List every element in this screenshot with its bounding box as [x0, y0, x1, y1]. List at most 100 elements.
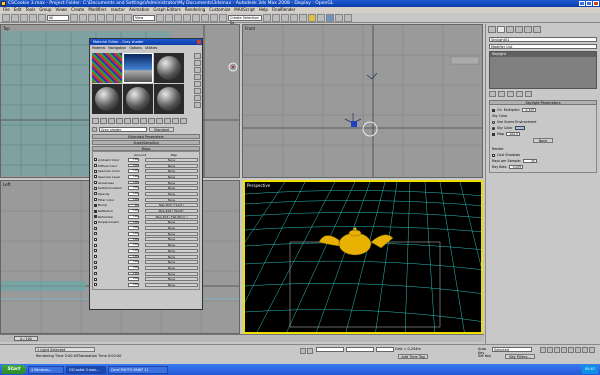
mirror-icon[interactable]	[263, 13, 271, 22]
sample-type-icon[interactable]	[194, 53, 201, 59]
ray-bias-spinner[interactable]: 0.005	[509, 165, 524, 169]
rotate-icon[interactable]	[115, 13, 123, 22]
go-to-end-icon[interactable]	[568, 347, 574, 353]
map-slot-button[interactable]: None	[145, 186, 198, 191]
map-amount-spinner[interactable]: 100	[128, 283, 139, 287]
map-slot-button[interactable]: None	[145, 243, 198, 248]
map-amount-spinner[interactable]: 100	[128, 277, 139, 282]
material-editor-icon[interactable]	[308, 13, 316, 22]
map-amount-spinner[interactable]: 100	[128, 237, 139, 242]
map-enable-checkbox[interactable]	[94, 277, 97, 281]
map-enable-checkbox[interactable]	[94, 243, 97, 247]
play-icon[interactable]	[554, 347, 560, 353]
map-enable-checkbox[interactable]	[94, 181, 97, 185]
menu-material[interactable]: Material	[92, 46, 105, 50]
map-amount-spinner[interactable]: 100	[128, 220, 139, 225]
menu-options[interactable]: Options	[129, 46, 142, 50]
keyboard-shortcut-icon[interactable]	[174, 13, 182, 22]
map-enable-checkbox[interactable]	[94, 215, 97, 219]
spinner-snap-icon[interactable]	[210, 13, 218, 22]
map-slot-button[interactable]: None	[145, 260, 198, 265]
map-enable-checkbox[interactable]	[94, 198, 97, 202]
map-amount-spinner[interactable]: 100	[128, 254, 139, 259]
map-checkbox[interactable]	[492, 132, 495, 136]
minimize-button[interactable]	[579, 1, 585, 6]
taskbar-item[interactable]: 4 Windows...	[28, 365, 64, 374]
sample-slot[interactable]	[154, 84, 184, 114]
menu-navigation[interactable]: Navigation	[108, 46, 126, 50]
cast-shadows-checkbox[interactable]	[492, 153, 495, 157]
map-amount-spinner[interactable]: 100	[128, 192, 139, 196]
sky-color-swatch[interactable]	[514, 126, 525, 130]
map-slot-button[interactable]: None	[145, 180, 198, 185]
map-amount-spinner[interactable]: 100	[128, 197, 139, 202]
absolute-mode-icon[interactable]	[307, 348, 313, 354]
map-slot-button[interactable]: None	[145, 191, 198, 196]
map-amount-spinner[interactable]: 100	[128, 163, 139, 168]
pin-stack-icon[interactable]	[489, 91, 496, 97]
show-end-result-stack-icon[interactable]	[498, 91, 505, 97]
map-slot-button[interactable]: Map #23 ( Flat Mirror )	[145, 214, 198, 219]
modifier-stack[interactable]: Skylight	[489, 51, 597, 89]
render-frame-icon[interactable]	[326, 13, 334, 22]
key-mode-select[interactable]: Selected	[492, 347, 532, 352]
start-button[interactable]: Start	[2, 365, 26, 374]
add-time-tag-button[interactable]: Add Time Tag	[398, 354, 428, 359]
hierarchy-tab-icon[interactable]	[506, 26, 514, 33]
map-amount-spinner[interactable]: 100	[128, 214, 139, 219]
x-coordinate-field[interactable]	[316, 347, 344, 352]
map-amount-spinner[interactable]: 100	[128, 231, 139, 236]
render-type-icon[interactable]	[344, 13, 352, 22]
layer-manager-icon[interactable]	[281, 13, 289, 22]
modifier-list-dropdown[interactable]: Modifier List	[489, 44, 597, 49]
unique-icon[interactable]	[132, 118, 139, 124]
map-amount-spinner[interactable]: 30	[128, 203, 139, 208]
make-unique-icon[interactable]	[507, 91, 514, 97]
viewport-perspective[interactable]: Perspective	[243, 180, 483, 334]
next-frame-icon[interactable]	[561, 347, 567, 353]
map-enable-checkbox[interactable]	[94, 260, 97, 264]
material-editor-title-bar[interactable]: Material Editor - Grey shader	[90, 39, 202, 45]
bind-space-warp-icon[interactable]	[38, 13, 46, 22]
map-slot-button[interactable]: None	[145, 254, 198, 259]
map-slot-button[interactable]: Map #24 ( Hnoit )	[145, 203, 198, 208]
select-by-name-icon[interactable]	[79, 13, 87, 22]
map-amount-spinner[interactable]: 100	[128, 209, 139, 213]
map-slot-button[interactable]: Map #18 ( Falloff )	[145, 209, 198, 214]
z-coordinate-field[interactable]	[376, 347, 394, 352]
map-amount-spinner[interactable]: 100	[128, 169, 139, 174]
map-slot-button[interactable]: None	[145, 248, 198, 253]
on-checkbox[interactable]	[492, 108, 495, 112]
reference-coordinate-select[interactable]: View	[133, 14, 155, 21]
maximize-button[interactable]	[586, 1, 592, 6]
sample-slot[interactable]	[123, 84, 153, 114]
edit-named-selections-icon[interactable]	[219, 13, 227, 22]
schematic-view-icon[interactable]	[299, 13, 307, 22]
window-crossing-icon[interactable]	[97, 13, 105, 22]
map-slot-button[interactable]: None	[145, 163, 198, 168]
copy-material-icon[interactable]	[124, 118, 131, 124]
map-slot-button[interactable]: None	[145, 226, 198, 231]
map-amount-spinner[interactable]: 100	[128, 158, 139, 162]
sky-color-radio[interactable]	[492, 126, 495, 130]
map-slot-button[interactable]: None	[145, 282, 198, 287]
map-enable-checkbox[interactable]	[94, 192, 97, 196]
reset-map-icon[interactable]	[116, 118, 123, 124]
map-slot-button[interactable]: None	[145, 265, 198, 270]
backlight-icon[interactable]	[194, 60, 201, 66]
unlink-icon[interactable]	[29, 13, 37, 22]
map-enable-checkbox[interactable]	[94, 175, 97, 179]
angle-snap-icon[interactable]	[192, 13, 200, 22]
map-slot-button[interactable]: None	[145, 169, 198, 174]
map-enable-checkbox[interactable]	[94, 255, 97, 259]
map-enable-checkbox[interactable]	[94, 203, 97, 207]
orbit-icon[interactable]	[589, 347, 595, 353]
map-enable-checkbox[interactable]	[94, 283, 97, 287]
map-enable-checkbox[interactable]	[94, 249, 97, 253]
map-amount-spinner[interactable]: 100	[128, 271, 139, 276]
map-enable-checkbox[interactable]	[94, 266, 97, 270]
map-enable-checkbox[interactable]	[94, 186, 97, 190]
menu-utilities[interactable]: Utilities	[145, 46, 157, 50]
show-end-result-icon[interactable]	[164, 118, 171, 124]
map-amount-spinner[interactable]: 100.0	[505, 132, 520, 136]
